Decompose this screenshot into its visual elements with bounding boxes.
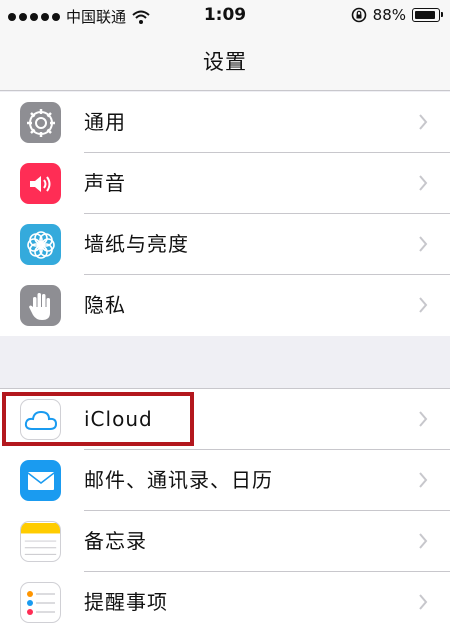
settings-row-label: 邮件、通讯录、日历 xyxy=(84,468,273,492)
chevron-right-icon xyxy=(419,236,428,252)
settings-row-label: 通用 xyxy=(84,110,126,134)
settings-row-wallpaper-brightness[interactable]: 墙纸与亮度 xyxy=(0,214,450,275)
settings-row-label: 提醒事项 xyxy=(84,590,168,614)
rotation-lock-icon xyxy=(351,7,366,23)
reminders-icon xyxy=(20,582,61,623)
flower-icon xyxy=(20,224,61,265)
chevron-right-icon xyxy=(419,114,428,130)
page-title: 设置 xyxy=(203,50,247,74)
status-bar: 中国联通 1:09 88% xyxy=(0,0,450,32)
speaker-icon xyxy=(20,163,61,204)
settings-row-label: 备忘录 xyxy=(84,529,147,553)
settings-row-notes[interactable]: 备忘录 xyxy=(0,511,450,572)
chevron-right-icon xyxy=(419,533,428,549)
settings-row-label: 隐私 xyxy=(84,293,126,317)
icloud-highlight-box xyxy=(2,392,194,446)
settings-row-label: 墙纸与亮度 xyxy=(84,232,189,256)
battery-icon xyxy=(412,8,443,22)
settings-row-reminders[interactable]: 提醒事项 xyxy=(0,572,450,633)
chevron-right-icon xyxy=(419,175,428,191)
envelope-icon xyxy=(20,460,61,501)
settings-group-1: 通用 声音 墙纸与亮度 隐私 xyxy=(0,92,450,336)
notes-icon xyxy=(20,521,61,562)
settings-row-general[interactable]: 通用 xyxy=(0,92,450,153)
navigation-bar: 设置 xyxy=(0,32,450,91)
chevron-right-icon xyxy=(419,411,428,427)
settings-row-sounds[interactable]: 声音 xyxy=(0,153,450,214)
chevron-right-icon xyxy=(419,594,428,610)
settings-row-privacy[interactable]: 隐私 xyxy=(0,275,450,336)
settings-row-label: 声音 xyxy=(84,171,126,195)
settings-row-mail-contacts-calendars[interactable]: 邮件、通讯录、日历 xyxy=(0,450,450,511)
gear-icon xyxy=(20,102,61,143)
chevron-right-icon xyxy=(419,297,428,313)
chevron-right-icon xyxy=(419,472,428,488)
battery-percent: 88% xyxy=(372,6,406,24)
hand-icon xyxy=(20,285,61,326)
